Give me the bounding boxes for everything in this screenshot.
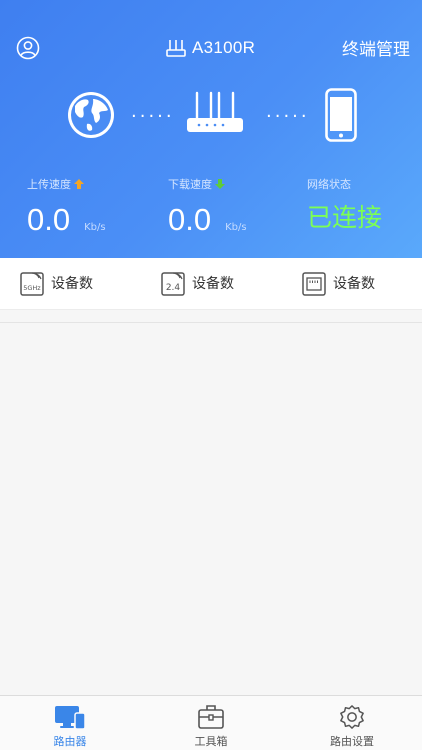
router-tab-icon	[55, 706, 86, 730]
phone-icon	[325, 88, 357, 142]
bottom-tab-bar: 路由器 工具箱 路由设置	[0, 695, 422, 750]
connection-dots-right: ·····	[266, 106, 310, 127]
download-speed: 下载速度 0.0 Kb/s	[168, 176, 247, 238]
network-topology: ····· ·····	[0, 84, 422, 148]
download-speed-value: 0.0	[168, 202, 212, 237]
network-status: 网络状态 已连接	[307, 176, 382, 234]
router-icon	[166, 40, 186, 57]
device-count-5ghz[interactable]: 5GHz 设备数	[20, 270, 93, 296]
top-bar: A3100R 终端管理	[0, 30, 422, 66]
tab-router[interactable]: 路由器	[30, 704, 110, 749]
connection-dots-left: ·····	[131, 106, 175, 127]
tab-toolbox-label: 工具箱	[194, 735, 228, 748]
divider	[0, 322, 422, 323]
device-badge-5ghz: 5GHz	[23, 284, 41, 292]
router-name: A3100R	[192, 38, 256, 57]
download-speed-label: 下载速度	[168, 178, 212, 191]
router-icon	[187, 91, 243, 132]
tab-router-label: 路由器	[53, 735, 87, 748]
ethernet-port-icon	[302, 272, 326, 296]
network-status-value: 已连接	[307, 203, 383, 232]
globe-icon	[68, 92, 114, 138]
device-count-2-4ghz[interactable]: 2.4 设备数	[161, 270, 234, 296]
arrow-down-icon	[215, 179, 225, 189]
device-count-label-5ghz: 设备数	[51, 276, 93, 292]
wifi-2-4ghz-icon: 2.4	[161, 272, 185, 296]
status-header: A3100R 终端管理 ····· ····· 上传速度 0.0 Kb/s 下载…	[0, 0, 422, 258]
upload-speed-unit: Kb/s	[84, 222, 106, 233]
account-icon	[16, 36, 40, 60]
terminal-management-button[interactable]: 终端管理	[342, 35, 410, 60]
upload-speed-label: 上传速度	[27, 178, 71, 191]
download-speed-unit: Kb/s	[225, 222, 247, 233]
gear-icon	[340, 705, 364, 729]
account-button[interactable]	[16, 36, 40, 60]
upload-speed-value: 0.0	[27, 202, 71, 237]
network-status-label: 网络状态	[307, 178, 351, 191]
tab-router-settings[interactable]: 路由设置	[312, 704, 392, 749]
wifi-5ghz-icon: 5GHz	[20, 272, 44, 296]
router-title: A3100R	[166, 36, 255, 60]
toolbox-icon	[198, 705, 224, 729]
tab-router-settings-label: 路由设置	[330, 735, 374, 748]
device-count-label-lan: 设备数	[333, 276, 375, 292]
device-badge-2-4ghz: 2.4	[166, 283, 181, 293]
device-count-bar: 5GHz 设备数 2.4 设备数 设备数	[0, 258, 422, 310]
device-count-lan[interactable]: 设备数	[302, 270, 375, 296]
arrow-up-icon	[74, 179, 84, 189]
tab-toolbox[interactable]: 工具箱	[171, 704, 251, 749]
upload-speed: 上传速度 0.0 Kb/s	[27, 176, 106, 238]
device-count-label-2-4ghz: 设备数	[192, 276, 234, 292]
